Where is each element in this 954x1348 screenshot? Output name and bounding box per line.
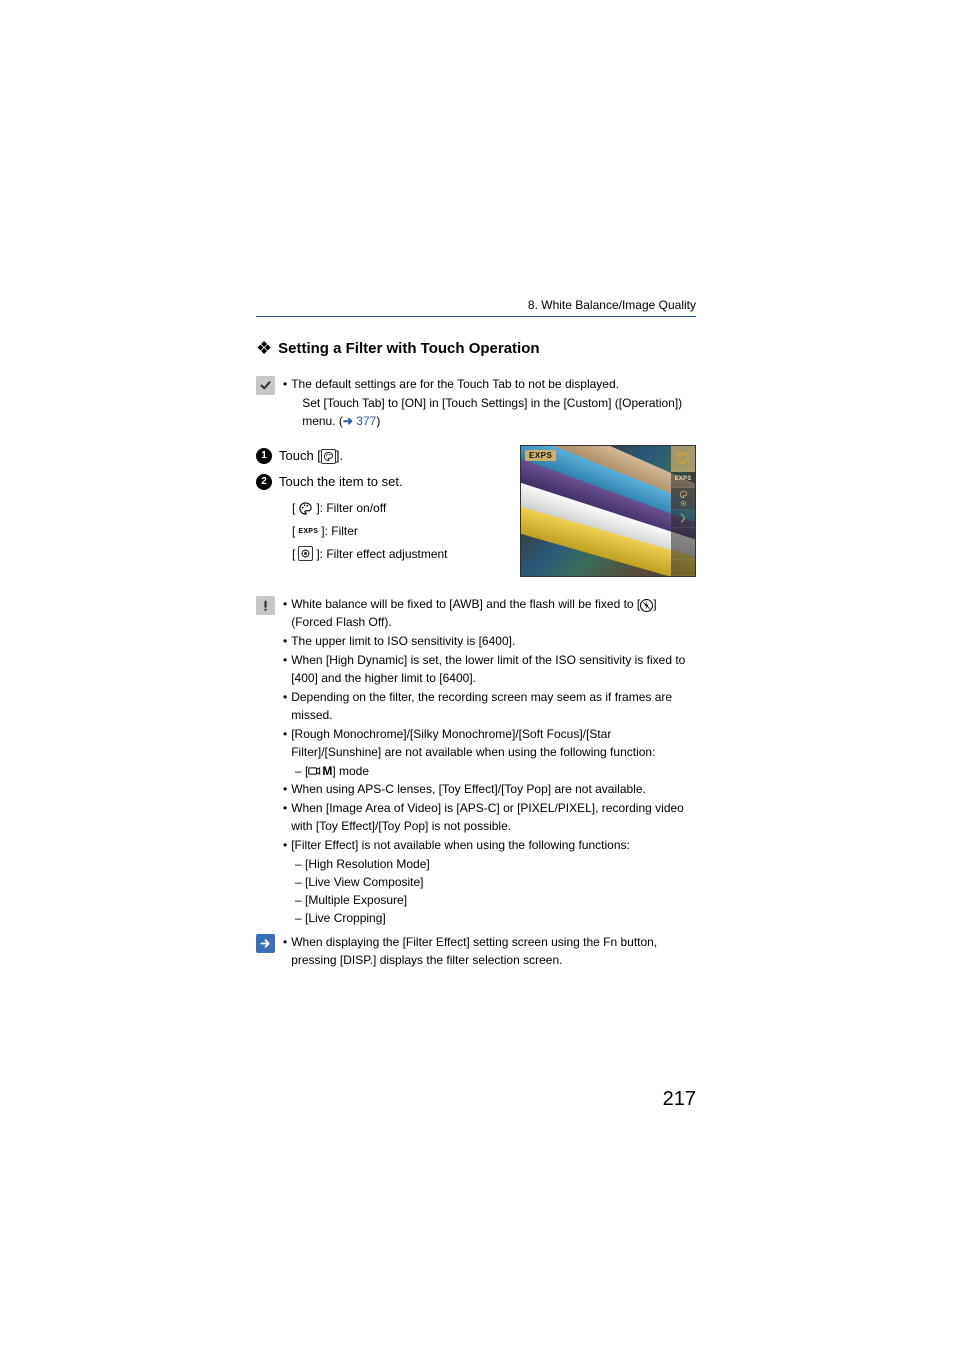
limitation-8: [Filter Effect] is not available when us…: [291, 836, 630, 854]
step-1: 1 Touch [].: [256, 445, 508, 467]
limitation-8-sub2: – [Live View Composite]: [283, 873, 696, 891]
touch-tab-slot[interactable]: [671, 528, 695, 560]
touch-tab-palette[interactable]: [671, 446, 695, 472]
video-m-mode-icon: M: [308, 762, 332, 780]
step1-text-a: Touch [: [279, 448, 321, 463]
touch-tab-slot[interactable]: [671, 560, 695, 576]
tip-note: •When displaying the [Filter Effect] set…: [256, 933, 696, 970]
adjust-icon: [298, 546, 313, 561]
touch-tab-slot[interactable]: [671, 510, 695, 528]
tip-text: When displaying the [Filter Effect] sett…: [291, 933, 696, 969]
note1-line2b: menu. (: [302, 414, 343, 428]
diamond-icon: ❖: [256, 339, 272, 357]
section-heading: ❖ Setting a Filter with Touch Operation: [256, 339, 696, 357]
note1-line2a: Set [Touch Tab] to [ON] in [Touch Settin…: [302, 396, 682, 410]
legend-filter-onoff: [ ]: Filter on/off: [292, 497, 508, 520]
page-link-377[interactable]: 377: [356, 414, 376, 428]
breadcrumb: 8. White Balance/Image Quality: [256, 298, 696, 317]
check-icon: [256, 376, 275, 395]
palette-icon: [298, 501, 313, 516]
limitation-8-sub1: – [High Resolution Mode]: [283, 855, 696, 873]
limitation-6: When using APS-C lenses, [Toy Effect]/[T…: [291, 780, 646, 798]
touch-tab-exps[interactable]: EXPS: [671, 472, 695, 488]
link-arrow-icon: ➜: [343, 414, 356, 428]
flash-off-icon: [640, 599, 653, 612]
info-icon: [256, 596, 275, 615]
legend-filter-adjust: [ ]: Filter effect adjustment: [292, 543, 508, 566]
limitation-3: When [High Dynamic] is set, the lower li…: [291, 651, 696, 687]
note1-line1: The default settings are for the Touch T…: [291, 377, 619, 391]
section-title-text: Setting a Filter with Touch Operation: [278, 340, 539, 357]
step-number-1: 1: [256, 448, 272, 464]
limitation-5: [Rough Monochrome]/[Silky Monochrome]/[S…: [291, 725, 696, 761]
prerequisite-note: • The default settings are for the Touch…: [256, 375, 696, 431]
preview-filter-badge: EXPS: [525, 450, 556, 461]
exps-label: EXPS: [298, 525, 318, 538]
limitation-8-sub4: – [Live Cropping]: [283, 909, 696, 927]
step2-text: Touch the item to set.: [279, 471, 508, 493]
limitation-7: When [Image Area of Video] is [APS-C] or…: [291, 799, 696, 835]
limitation-1a: White balance will be fixed to [AWB] and…: [291, 597, 640, 611]
arrow-right-icon: [256, 934, 275, 953]
bullet: •: [283, 375, 287, 431]
step-2: 2 Touch the item to set.: [256, 471, 508, 493]
note1-line2c: ): [376, 414, 380, 428]
limitation-4: Depending on the filter, the recording s…: [291, 688, 696, 724]
page-number: 217: [663, 1088, 696, 1111]
limitation-5-sub1: – [M] mode: [283, 762, 696, 780]
limitation-2: The upper limit to ISO sensitivity is [6…: [291, 632, 515, 650]
step1-text-b: ].: [336, 448, 343, 463]
touch-tab-selected[interactable]: [671, 488, 695, 510]
palette-icon: [321, 449, 336, 464]
camera-preview: EXPS EXPS: [520, 445, 696, 577]
step-number-2: 2: [256, 474, 272, 490]
limitations-note: •White balance will be fixed to [AWB] an…: [256, 595, 696, 927]
limitation-8-sub3: – [Multiple Exposure]: [283, 891, 696, 909]
legend-filter: [ EXPS ]: Filter: [292, 520, 508, 543]
